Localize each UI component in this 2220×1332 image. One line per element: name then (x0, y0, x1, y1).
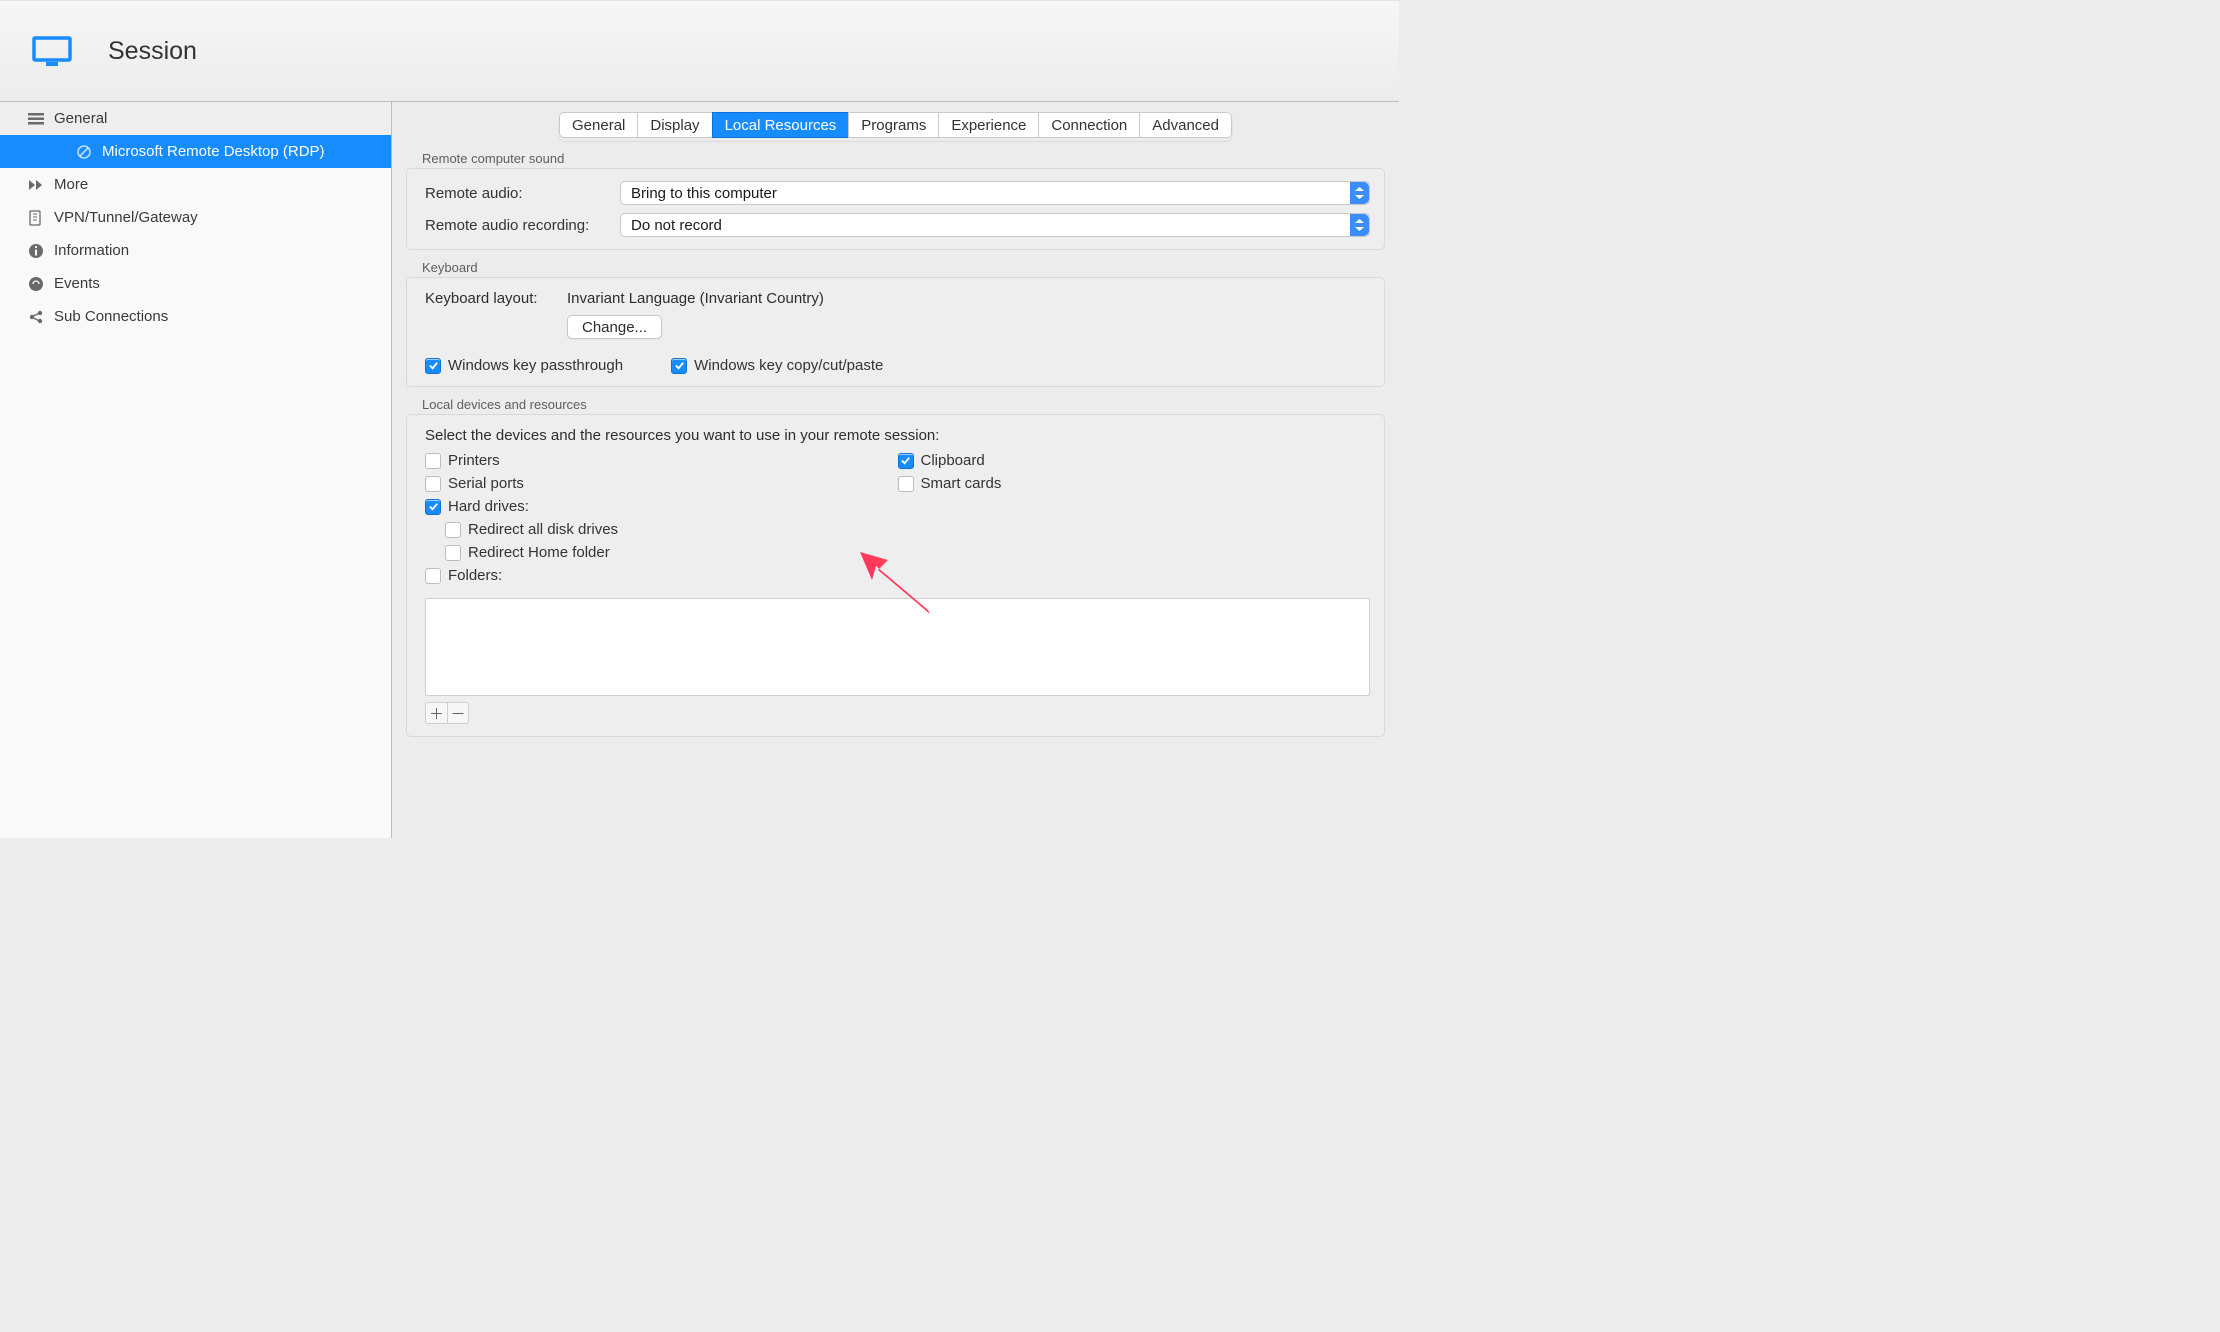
sidebar-item-information[interactable]: Information (0, 234, 391, 267)
session-icon (32, 36, 72, 66)
content-pane: General Display Local Resources Programs… (392, 102, 1399, 838)
sidebar-label: Events (54, 275, 100, 292)
remove-button[interactable]: － (447, 702, 469, 724)
sidebar-item-events[interactable]: Events (0, 267, 391, 300)
menu-icon (26, 111, 46, 127)
checkbox-clipboard[interactable]: Clipboard (898, 452, 1371, 469)
checkbox-icon (445, 545, 461, 561)
devices-panel: Local devices and resources Select the d… (406, 397, 1385, 737)
window-header: Session (0, 0, 1399, 102)
keyboard-layout-label: Keyboard layout: (425, 290, 567, 307)
checkbox-windows-passthrough[interactable]: Windows key passthrough (425, 357, 623, 374)
checkbox-label: Windows key copy/cut/paste (694, 357, 883, 374)
tab-experience[interactable]: Experience (938, 112, 1038, 138)
checkbox-label: Windows key passthrough (448, 357, 623, 374)
checkbox-icon (425, 453, 441, 469)
sidebar-label: More (54, 176, 88, 193)
checkbox-hard-drives[interactable]: Hard drives: (425, 498, 898, 515)
sidebar: General Microsoft Remote Desktop (RDP) M… (0, 102, 392, 838)
page-title: Session (108, 37, 197, 66)
sidebar-item-subconnections[interactable]: Sub Connections (0, 300, 391, 333)
checkbox-label: Hard drives: (448, 498, 529, 515)
checkbox-redirect-home[interactable]: Redirect Home folder (425, 544, 898, 561)
tab-programs[interactable]: Programs (848, 112, 938, 138)
add-button[interactable]: ＋ (425, 702, 447, 724)
keyboard-layout-value: Invariant Language (Invariant Country) (567, 290, 824, 307)
checkbox-label: Redirect all disk drives (468, 521, 618, 538)
section-label: Keyboard (422, 260, 1385, 275)
section-label: Remote computer sound (422, 151, 1385, 166)
checkbox-icon (425, 499, 441, 515)
sidebar-item-general[interactable]: General (0, 102, 391, 135)
chevron-updown-icon (1350, 182, 1369, 204)
remote-audio-recording-label: Remote audio recording: (425, 217, 620, 234)
sound-panel: Remote computer sound Remote audio: Brin… (406, 151, 1385, 250)
sidebar-item-vpn[interactable]: VPN/Tunnel/Gateway (0, 201, 391, 234)
checkbox-smart-cards[interactable]: Smart cards (898, 475, 1371, 492)
more-icon (26, 177, 46, 193)
checkbox-printers[interactable]: Printers (425, 452, 898, 469)
segmented-tabs: General Display Local Resources Programs… (406, 112, 1385, 141)
checkbox-label: Printers (448, 452, 500, 469)
checkbox-icon (425, 568, 441, 584)
share-icon (26, 309, 46, 325)
sidebar-label: Sub Connections (54, 308, 168, 325)
checkbox-redirect-all-disks[interactable]: Redirect all disk drives (425, 521, 898, 538)
info-icon (26, 243, 46, 259)
checkbox-icon (425, 476, 441, 492)
checkbox-folders[interactable]: Folders: (425, 567, 898, 584)
remote-audio-label: Remote audio: (425, 185, 620, 202)
checkbox-windows-copycut[interactable]: Windows key copy/cut/paste (671, 357, 883, 374)
devices-intro: Select the devices and the resources you… (425, 427, 939, 444)
sidebar-label: Information (54, 242, 129, 259)
checkbox-label: Smart cards (921, 475, 1002, 492)
checkbox-icon (898, 476, 914, 492)
tab-display[interactable]: Display (637, 112, 711, 138)
checkbox-serial-ports[interactable]: Serial ports (425, 475, 898, 492)
remote-audio-select[interactable]: Bring to this computer (620, 181, 1370, 205)
checkbox-icon (445, 522, 461, 538)
select-value: Do not record (631, 217, 722, 234)
change-button[interactable]: Change... (567, 315, 662, 339)
remote-audio-recording-select[interactable]: Do not record (620, 213, 1370, 237)
section-label: Local devices and resources (422, 397, 1385, 412)
tab-advanced[interactable]: Advanced (1139, 112, 1232, 138)
tab-general[interactable]: General (559, 112, 637, 138)
checkbox-label: Serial ports (448, 475, 524, 492)
sidebar-label: VPN/Tunnel/Gateway (54, 209, 198, 226)
checkbox-label: Folders: (448, 567, 502, 584)
sidebar-label: Microsoft Remote Desktop (RDP) (102, 143, 325, 160)
checkbox-label: Clipboard (921, 452, 985, 469)
events-icon (26, 276, 46, 292)
gateway-icon (26, 210, 46, 226)
tab-connection[interactable]: Connection (1038, 112, 1139, 138)
keyboard-panel: Keyboard Keyboard layout: Invariant Lang… (406, 260, 1385, 387)
chevron-updown-icon (1350, 214, 1369, 236)
sidebar-label: General (54, 110, 107, 127)
checkbox-icon (425, 358, 441, 374)
circle-slash-icon (74, 144, 94, 160)
checkbox-label: Redirect Home folder (468, 544, 610, 561)
tab-local-resources[interactable]: Local Resources (712, 112, 849, 138)
folders-list[interactable] (425, 598, 1370, 696)
checkbox-icon (671, 358, 687, 374)
sidebar-item-more[interactable]: More (0, 168, 391, 201)
select-value: Bring to this computer (631, 185, 777, 202)
checkbox-icon (898, 453, 914, 469)
sidebar-item-rdp[interactable]: Microsoft Remote Desktop (RDP) (0, 135, 391, 168)
